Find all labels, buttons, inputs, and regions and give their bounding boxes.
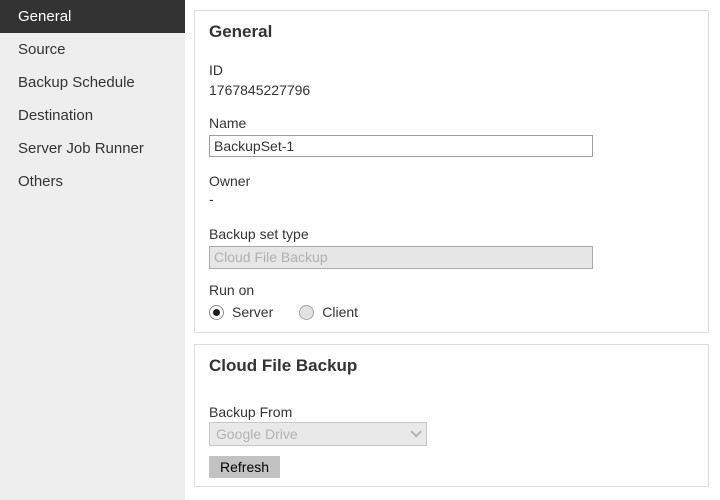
- backup-set-type-field: Cloud File Backup: [209, 246, 593, 269]
- cloud-file-backup-card: Cloud File Backup Backup From Google Dri…: [194, 344, 709, 487]
- sidebar-item-destination[interactable]: Destination: [0, 99, 185, 132]
- name-input[interactable]: [209, 135, 593, 157]
- chevron-down-icon: [410, 426, 422, 438]
- backup-from-select: Google Drive: [209, 422, 427, 446]
- backup-set-type-label: Backup set type: [209, 226, 309, 242]
- id-value: 1767845227796: [209, 82, 311, 98]
- main-content: General ID 1767845227796 Name Owner - Ba…: [194, 0, 709, 487]
- name-label: Name: [209, 115, 247, 131]
- sidebar-item-backup-schedule[interactable]: Backup Schedule: [0, 66, 185, 99]
- sidebar-item-source[interactable]: Source: [0, 33, 185, 66]
- sidebar-item-others[interactable]: Others: [0, 165, 185, 198]
- radio-client-label[interactable]: Client: [322, 304, 358, 320]
- sidebar-item-server-job-runner[interactable]: Server Job Runner: [0, 132, 185, 165]
- backup-from-label: Backup From: [209, 404, 293, 420]
- owner-label: Owner: [209, 173, 251, 189]
- owner-value: -: [209, 191, 214, 207]
- settings-sidebar: General Source Backup Schedule Destinati…: [0, 0, 185, 500]
- run-on-label: Run on: [209, 282, 255, 298]
- refresh-button[interactable]: Refresh: [209, 456, 281, 478]
- radio-client-icon[interactable]: [299, 304, 315, 320]
- general-section-card: General ID 1767845227796 Name Owner - Ba…: [194, 10, 709, 333]
- backup-from-selected-value: Google Drive: [216, 426, 298, 442]
- sidebar-item-general[interactable]: General: [0, 0, 185, 33]
- radio-server-label[interactable]: Server: [232, 304, 273, 320]
- run-on-radio-group: Server Client: [209, 304, 694, 320]
- general-section-title: General: [209, 22, 273, 41]
- radio-server-icon[interactable]: [209, 304, 224, 320]
- cloud-file-backup-title: Cloud File Backup: [209, 356, 358, 375]
- id-label: ID: [209, 62, 223, 78]
